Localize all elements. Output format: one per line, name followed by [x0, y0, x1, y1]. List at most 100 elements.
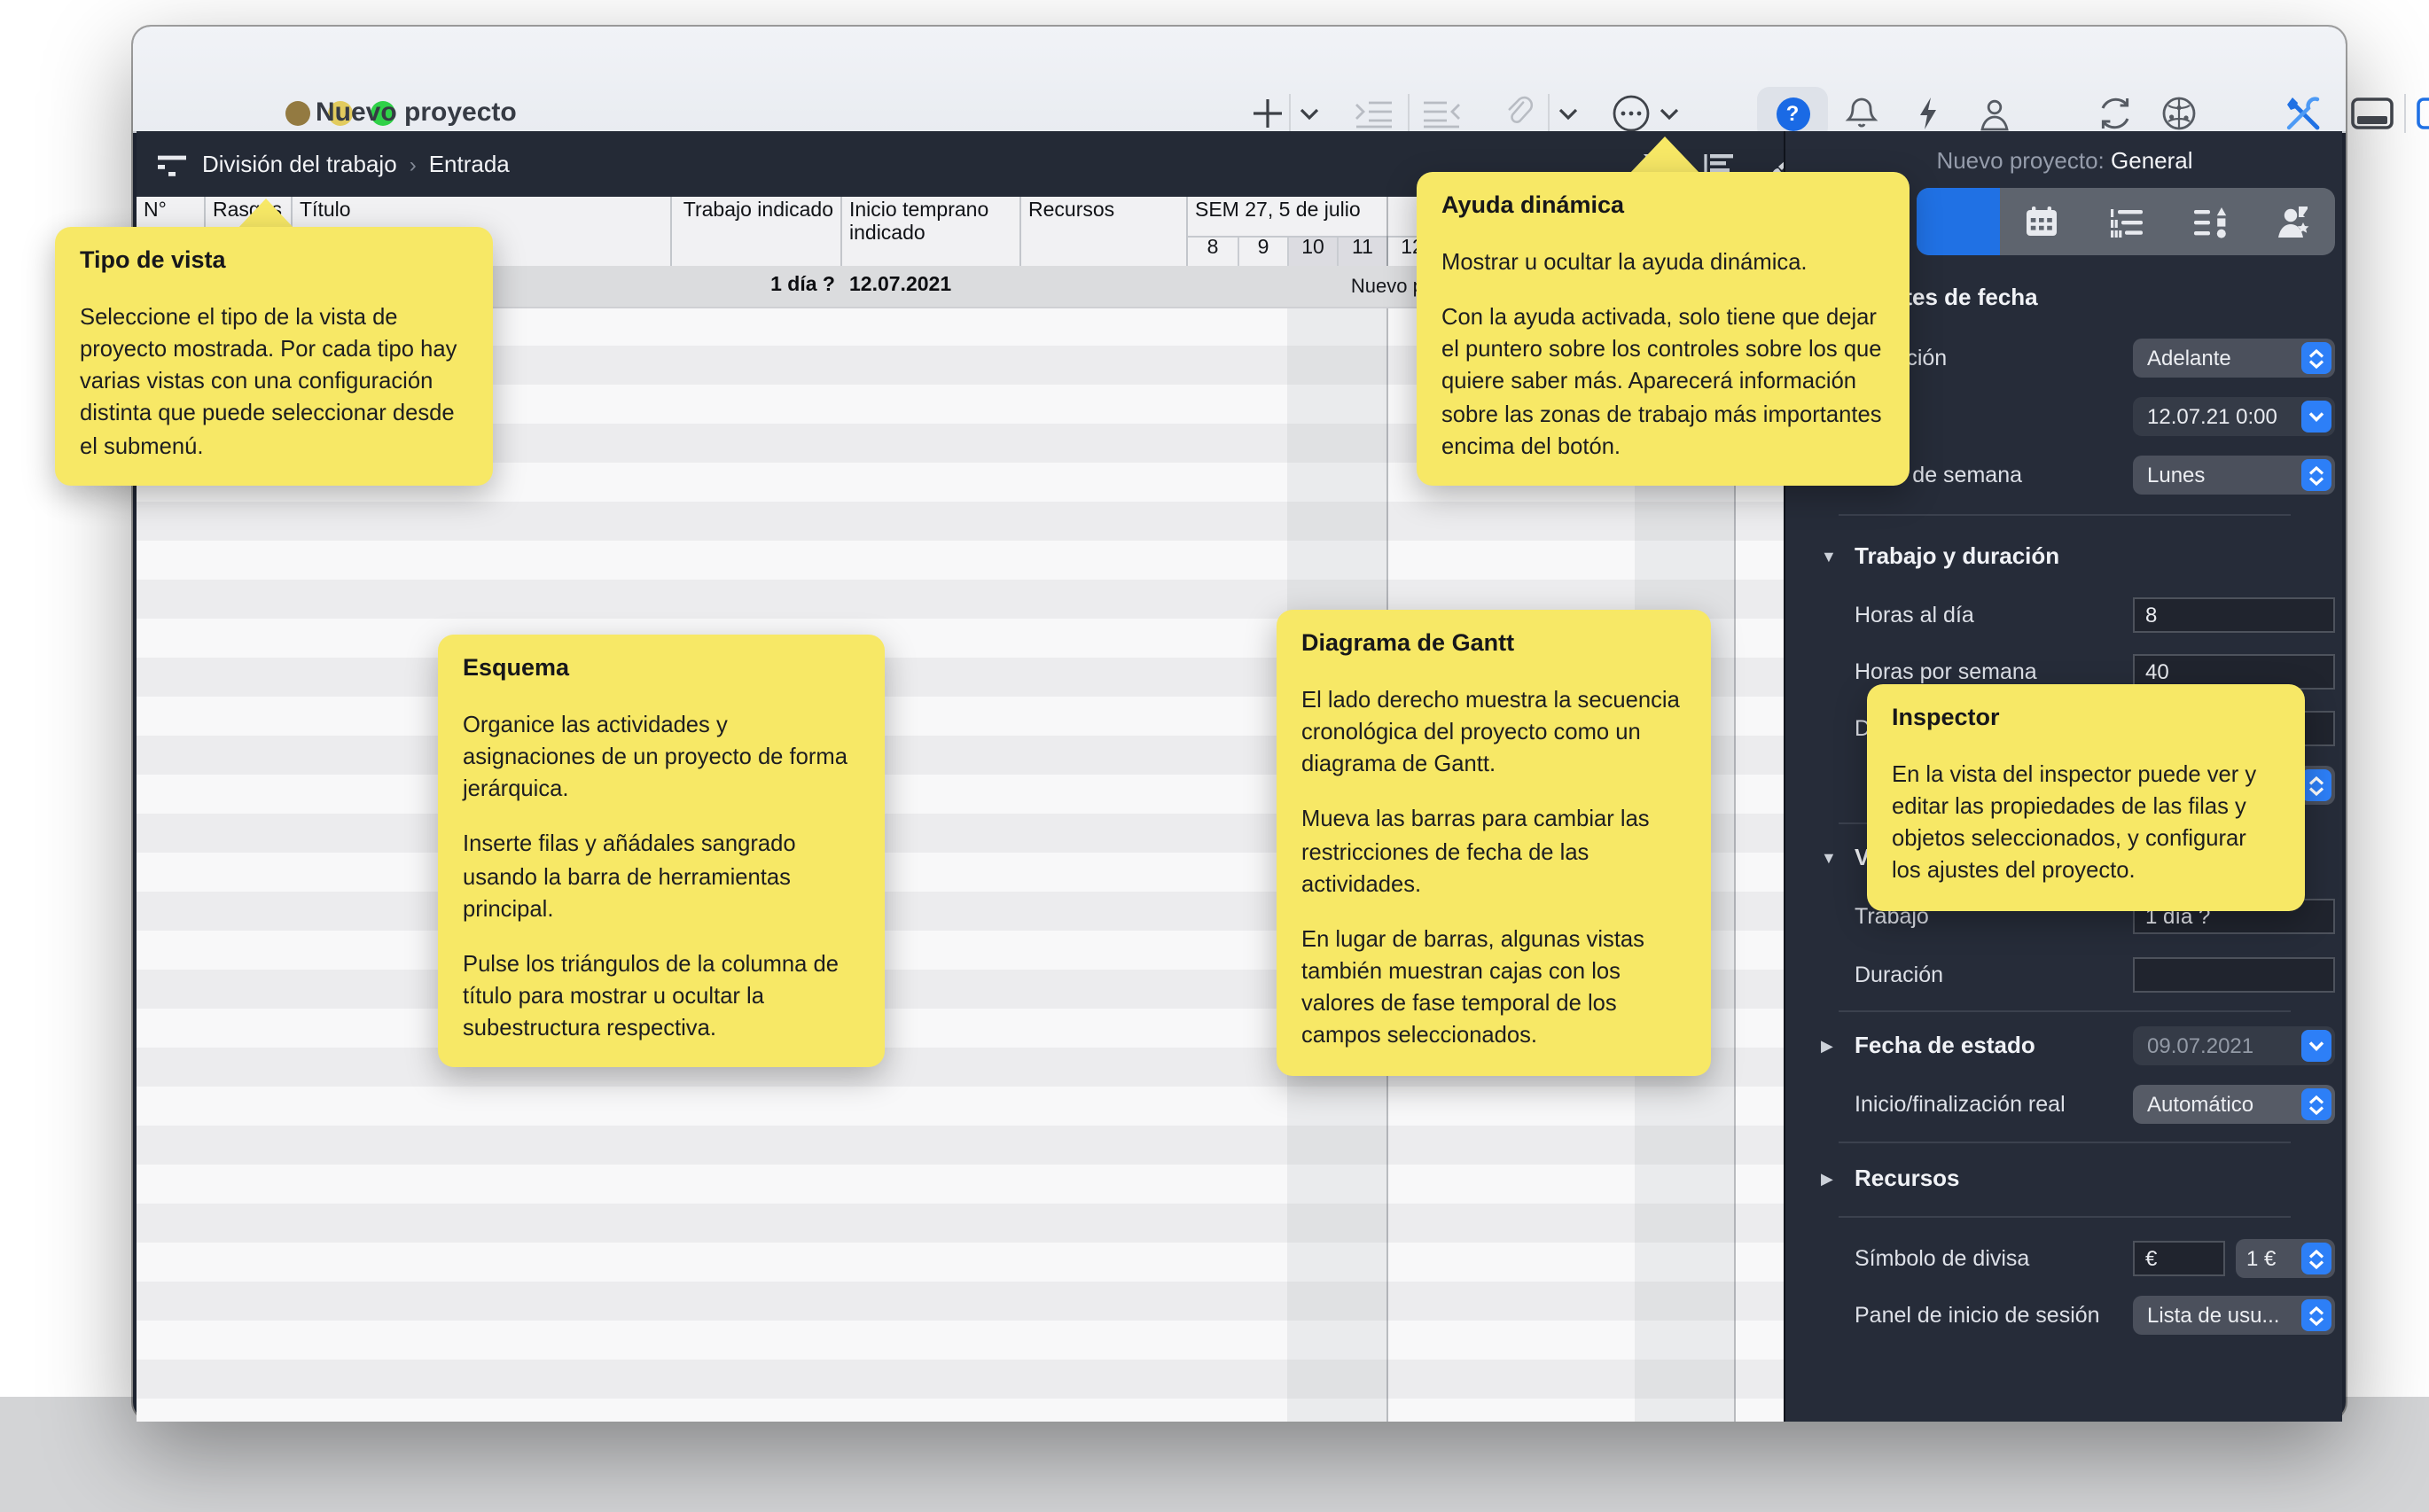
notifications-icon[interactable]	[1839, 90, 1885, 136]
tooltip-body: En lugar de barras, algunas vistas tambi…	[1301, 924, 1686, 1052]
field-label: Horas al día	[1855, 603, 1974, 627]
inicio-finalizacion-popup[interactable]: Automático	[2133, 1085, 2335, 1124]
popup-value: 09.07.2021	[2147, 1033, 2253, 1058]
column-header-inicio[interactable]: Inicio temprano indicado	[842, 197, 1021, 266]
screen: Nuevo proyecto	[0, 0, 2429, 1512]
column-header-trabajo[interactable]: Trabajo indicado	[672, 197, 842, 266]
gantt-day-cell: 8	[1188, 238, 1238, 266]
divider	[1839, 1010, 2291, 1012]
sync-icon[interactable]	[2092, 90, 2138, 136]
tooltip-body: Pulse los triángulos de la columna de tí…	[463, 948, 860, 1045]
tab-styles[interactable]	[2167, 188, 2251, 255]
column-header-recursos[interactable]: Recursos	[1021, 197, 1188, 266]
stepper-icon[interactable]	[2301, 769, 2331, 801]
stepper-icon[interactable]	[2301, 1088, 2331, 1120]
outdent-icon[interactable]	[1418, 90, 1464, 136]
panel-sesion-popup[interactable]: Lista de usu...	[2133, 1296, 2335, 1335]
tab-general[interactable]	[1917, 188, 2000, 255]
field-label: Panel de inicio de sesión	[1855, 1303, 2100, 1328]
start-date-popup[interactable]: 12.07.21 0:00	[2133, 397, 2335, 436]
bottom-panel-icon[interactable]	[2349, 90, 2395, 136]
section-trabajo-duracion[interactable]: ▼ Trabajo y duración	[1785, 542, 2342, 578]
breadcrumb-separator-icon: ›	[397, 152, 429, 177]
inspector-tabbar	[1917, 188, 2335, 255]
attachment-icon[interactable]	[1496, 90, 1543, 136]
field-label: Símbolo de divisa	[1855, 1246, 2029, 1271]
breadcrumb-page[interactable]: Entrada	[429, 151, 510, 177]
add-chevron-icon[interactable]	[1285, 90, 1332, 136]
popup-value: 12.07.21 0:00	[2147, 404, 2277, 429]
disclosure-open-icon[interactable]: ▼	[1821, 548, 1837, 565]
fecha-estado-popup[interactable]: 09.07.2021	[2133, 1026, 2335, 1065]
indent-icon[interactable]	[1351, 90, 1397, 136]
gantt-day-cell-weekend: 11	[1337, 238, 1386, 266]
tooltip-body: Mostrar u ocultar la ayuda dinámica.	[1441, 246, 1885, 278]
chevron-down-icon[interactable]	[2301, 401, 2331, 433]
row-panel-sesion: Panel de inicio de sesión Lista de usu..…	[1785, 1296, 2342, 1338]
disclosure-open-icon[interactable]: ▼	[1821, 849, 1837, 867]
tooltip-title: Ayuda dinámica	[1441, 191, 1885, 218]
stepper-icon[interactable]	[2301, 1243, 2331, 1274]
cell-trabajo[interactable]: 1 día ?	[672, 275, 835, 296]
tooltip-body: Mueva las barras para cambiar las restri…	[1301, 804, 1686, 900]
chevron-down-icon[interactable]	[2301, 1030, 2331, 1062]
tab-outline-numbering[interactable]	[2084, 188, 2167, 255]
toolbar-divider	[2404, 94, 2406, 133]
stepper-icon[interactable]	[2301, 1299, 2331, 1331]
popup-value: Automático	[2147, 1092, 2253, 1117]
close-button[interactable]	[285, 101, 310, 126]
wbs-view-icon[interactable]	[152, 145, 191, 184]
popup-value: Adelante	[2147, 346, 2231, 370]
divisa-rate-popup[interactable]: 1 €	[2236, 1239, 2335, 1278]
row-duracion: Duración	[1785, 955, 2342, 998]
tooltip-body: Seleccione el tipo de la vista de proyec…	[80, 301, 468, 463]
divider	[1839, 1142, 2291, 1143]
inicio-semana-popup[interactable]: Lunes	[2133, 456, 2335, 495]
settings-tools-icon[interactable]	[2280, 90, 2326, 136]
divider	[1839, 514, 2291, 516]
tooltip-title: Diagrama de Gantt	[1301, 629, 1686, 656]
more-actions-chevron-icon[interactable]	[1645, 90, 1691, 136]
popup-value: 1 €	[2246, 1246, 2276, 1271]
tooltip-esquema: Esquema Organice las actividades y asign…	[438, 635, 885, 1068]
section-recursos[interactable]: ▶ Recursos	[1785, 1165, 2342, 1200]
add-icon[interactable]	[1245, 90, 1291, 136]
section-title: Recursos	[1855, 1165, 1960, 1191]
help-icon: ?	[1776, 97, 1809, 130]
tooltip-diagrama-gantt: Diagrama de Gantt El lado derecho muestr…	[1277, 610, 1711, 1075]
gantt-day-cell: 9	[1238, 238, 1287, 266]
stepper-icon[interactable]	[2301, 342, 2331, 374]
gantt-week-header[interactable]: SEM 27, 5 de julio	[1188, 197, 1431, 236]
section-title: Trabajo y duración	[1855, 542, 2059, 569]
tooltip-tipo-de-vista: Tipo de vista Seleccione el tipo de la v…	[55, 227, 493, 486]
cell-inicio[interactable]: 12.07.2021	[849, 275, 951, 296]
field-label: Duración	[1855, 963, 1943, 987]
right-panel-icon[interactable]	[2415, 90, 2429, 136]
row-fecha-estado: 09.07.2021	[1785, 1026, 2342, 1069]
disclosure-closed-icon[interactable]: ▶	[1821, 1170, 1833, 1189]
stepper-icon[interactable]	[2301, 459, 2331, 491]
actions-bolt-icon[interactable]	[1904, 90, 1950, 136]
tab-calendar[interactable]	[2000, 188, 2083, 255]
gantt-day-cell-weekend: 10	[1287, 238, 1337, 266]
popup-value: Lunes	[2147, 463, 2205, 487]
divisa-field[interactable]: €	[2133, 1241, 2225, 1276]
tooltip-ayuda-dinamica: Ayuda dinámica Mostrar u ocultar la ayud…	[1417, 172, 1910, 486]
resources-person-icon[interactable]	[1972, 90, 2018, 136]
duracion-field[interactable]	[2133, 957, 2335, 993]
tooltip-body: Inserte filas y añádales sangrado usando…	[463, 829, 860, 925]
tooltip-inspector: Inspector En la vista del inspector pued…	[1867, 684, 2305, 910]
tooltip-body: En la vista del inspector puede ver y ed…	[1892, 759, 2280, 887]
breadcrumb-section[interactable]: División del trabajo	[202, 151, 397, 177]
tooltip-body: Organice las actividades y asignaciones …	[463, 709, 860, 806]
divider	[1839, 1216, 2291, 1218]
tab-resources[interactable]	[2252, 188, 2335, 255]
network-icon[interactable]	[2156, 90, 2202, 136]
tooltip-title: Esquema	[463, 654, 860, 681]
breadcrumb: División del trabajo›Entrada	[202, 151, 510, 177]
tooltip-title: Inspector	[1892, 704, 2280, 730]
attachment-chevron-icon[interactable]	[1544, 90, 1590, 136]
horas-dia-field[interactable]: 8	[2133, 597, 2335, 633]
direccion-popup[interactable]: Adelante	[2133, 339, 2335, 378]
dynamic-help-button[interactable]: ?	[1769, 90, 1816, 136]
